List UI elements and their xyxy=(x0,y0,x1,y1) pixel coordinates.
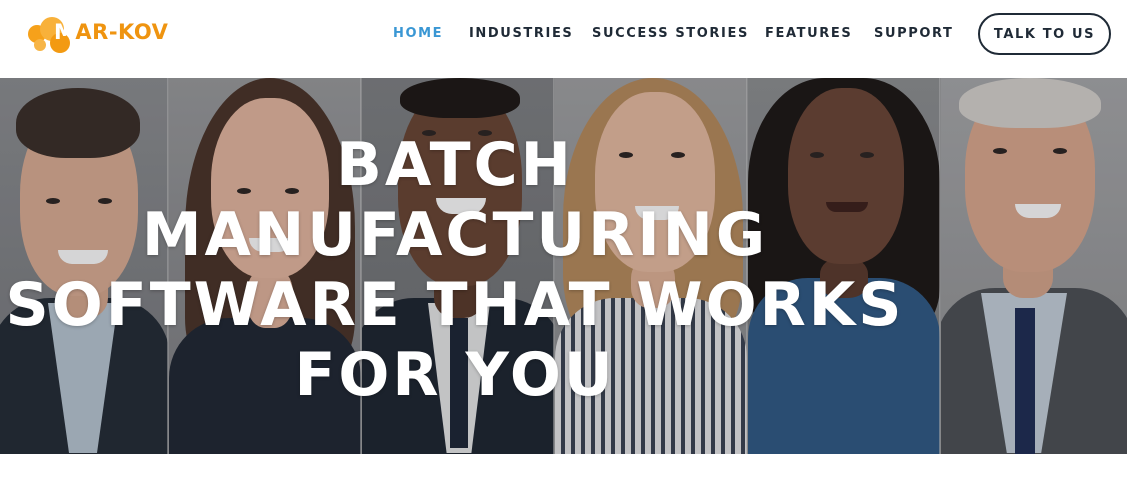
hero-headline-line: MANUFACTURING xyxy=(141,200,769,270)
site-header: MAR-KOV HOME INDUSTRIES SUCCESS STORIES … xyxy=(0,0,1127,78)
nav-success-stories[interactable]: SUCCESS STORIES xyxy=(592,26,749,41)
nav-support[interactable]: SUPPORT xyxy=(874,26,954,41)
hero-headline-line: BATCH xyxy=(336,130,574,200)
main-nav: HOME INDUSTRIES SUCCESS STORIES FEATURES… xyxy=(0,0,1127,78)
talk-to-us-button[interactable]: TALK TO US xyxy=(978,13,1111,55)
nav-features[interactable]: FEATURES xyxy=(765,26,852,41)
nav-industries[interactable]: INDUSTRIES xyxy=(469,26,573,41)
hero-headline: BATCH MANUFACTURING SOFTWARE THAT WORKS … xyxy=(0,130,910,410)
hero-banner: BATCH MANUFACTURING SOFTWARE THAT WORKS … xyxy=(0,78,1127,454)
content-area xyxy=(0,454,1127,477)
nav-home[interactable]: HOME xyxy=(393,26,443,41)
hero-headline-line: FOR YOU xyxy=(294,340,616,410)
hero-headline-line: SOFTWARE THAT WORKS xyxy=(5,270,905,340)
